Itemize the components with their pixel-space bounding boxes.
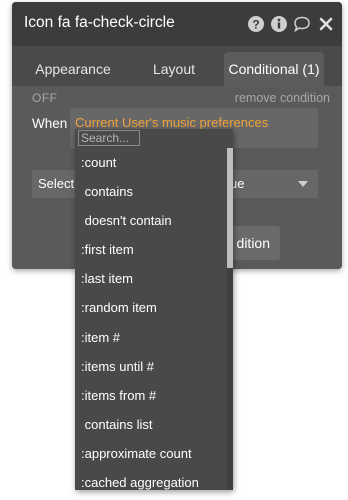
- chevron-down-icon: [298, 181, 308, 187]
- dropdown-option-item-number[interactable]: :item #: [75, 323, 225, 352]
- tab-bar: Appearance Layout Conditional (1): [12, 46, 342, 86]
- info-circle-icon[interactable]: [270, 15, 288, 33]
- comment-icon[interactable]: [293, 15, 311, 33]
- dropdown-option-items-from[interactable]: :items from #: [75, 381, 225, 410]
- dropdown-option-approximate-count[interactable]: :approximate count: [75, 439, 225, 468]
- dropdown-option-first-item[interactable]: :first item: [75, 235, 225, 264]
- dropdown-option-contains[interactable]: contains: [75, 177, 225, 206]
- dropdown-options-list: :count contains doesn't contain :first i…: [75, 148, 225, 490]
- dropdown-option-cached-aggregation[interactable]: :cached aggregation: [75, 468, 225, 490]
- panel-title: Icon fa fa-check-circle: [24, 14, 175, 31]
- svg-text:?: ?: [252, 18, 259, 32]
- help-circle-icon[interactable]: ?: [247, 15, 265, 33]
- dropdown-option-random-item[interactable]: :random item: [75, 293, 225, 322]
- define-condition-button-label: dition: [236, 235, 270, 251]
- dropdown-option-doesnt-contain[interactable]: doesn't contain: [75, 206, 225, 235]
- tab-conditional[interactable]: Conditional (1): [224, 52, 324, 86]
- dropdown-option-last-item[interactable]: :last item: [75, 264, 225, 293]
- condition-status-toggle[interactable]: OFF: [32, 91, 58, 105]
- condition-expression-text[interactable]: Current User's music preferences: [75, 115, 268, 130]
- property-select-label: Select: [38, 176, 75, 191]
- dropdown-search-input[interactable]: [78, 130, 140, 146]
- dropdown-option-items-until[interactable]: :items until #: [75, 352, 225, 381]
- remove-condition-link[interactable]: remove condition: [235, 91, 330, 105]
- dropdown-option-count[interactable]: :count: [75, 148, 225, 177]
- tab-layout[interactable]: Layout: [128, 52, 220, 86]
- operator-dropdown-menu: :count contains doesn't contain :first i…: [75, 129, 233, 490]
- dropdown-scrollbar-thumb[interactable]: [227, 148, 233, 268]
- panel-titlebar: Icon fa fa-check-circle ?: [12, 2, 342, 46]
- close-icon[interactable]: [317, 15, 335, 33]
- dropdown-scrollbar[interactable]: [227, 148, 233, 490]
- dropdown-option-contains-list[interactable]: contains list: [75, 410, 225, 439]
- when-label: When: [32, 116, 68, 131]
- tab-appearance[interactable]: Appearance: [18, 52, 128, 86]
